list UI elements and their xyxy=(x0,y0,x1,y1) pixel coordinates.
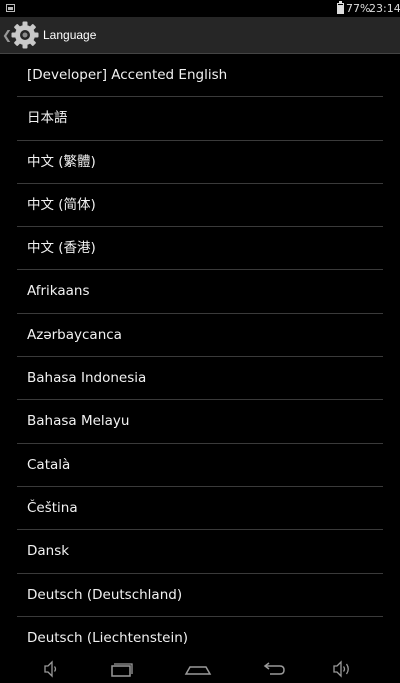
language-item[interactable]: Čeština xyxy=(17,487,383,531)
settings-screen: 77% 23:14 ❮ Language [Developer] Accente… xyxy=(0,0,400,683)
gear-icon[interactable] xyxy=(10,20,40,50)
language-item[interactable]: Azərbaycanca xyxy=(17,314,383,358)
language-item[interactable]: Deutsch (Liechtenstein) xyxy=(17,617,383,660)
volume-down-icon[interactable] xyxy=(36,657,66,681)
status-bar: 77% 23:14 xyxy=(0,0,400,17)
language-item[interactable]: Deutsch (Deutschland) xyxy=(17,574,383,617)
language-label: 中文 (繁體) xyxy=(27,153,96,170)
language-label: Deutsch (Liechtenstein) xyxy=(27,629,189,646)
language-label: Bahasa Melayu xyxy=(27,413,130,430)
battery-icon xyxy=(337,1,344,14)
language-item[interactable]: Català xyxy=(17,444,383,487)
language-item[interactable]: 中文 (繁體) xyxy=(17,141,383,184)
page-title: Language xyxy=(43,28,97,42)
language-item[interactable]: Dansk xyxy=(17,530,383,574)
language-item[interactable]: 中文 (香港) xyxy=(17,227,383,271)
screenshot-notification-icon xyxy=(6,4,15,12)
navigation-bar xyxy=(0,655,400,683)
language-item[interactable]: Bahasa Melayu xyxy=(17,400,383,444)
language-item[interactable]: 中文 (简体) xyxy=(17,184,383,228)
language-label: [Developer] Accented English xyxy=(27,67,228,83)
language-label: Deutsch (Deutschland) xyxy=(27,586,183,603)
language-label: Afrikaans xyxy=(27,283,90,300)
language-item[interactable]: Afrikaans xyxy=(17,270,383,314)
language-label: 日本語 xyxy=(27,110,68,127)
language-label: Čeština xyxy=(27,499,78,516)
status-clock: 23:14 xyxy=(369,2,400,15)
language-label: 中文 (香港) xyxy=(27,240,96,257)
language-label: 中文 (简体) xyxy=(27,196,96,213)
recent-apps-icon[interactable] xyxy=(106,657,136,681)
language-item[interactable]: [Developer] Accented English xyxy=(17,54,383,98)
home-icon[interactable] xyxy=(183,657,213,681)
language-item[interactable]: Bahasa Indonesia xyxy=(17,357,383,401)
back-icon[interactable] xyxy=(259,657,289,681)
language-label: Català xyxy=(27,456,71,473)
language-item[interactable]: 日本語 xyxy=(17,97,383,141)
language-label: Azərbaycanca xyxy=(27,326,122,343)
language-label: Bahasa Indonesia xyxy=(27,370,147,387)
action-bar: ❮ Language xyxy=(0,17,400,54)
language-list: [Developer] Accented English 日本語 中文 (繁體)… xyxy=(17,54,383,660)
language-label: Dansk xyxy=(27,543,70,560)
battery-level: 77% xyxy=(346,2,371,15)
volume-up-icon[interactable] xyxy=(328,657,358,681)
